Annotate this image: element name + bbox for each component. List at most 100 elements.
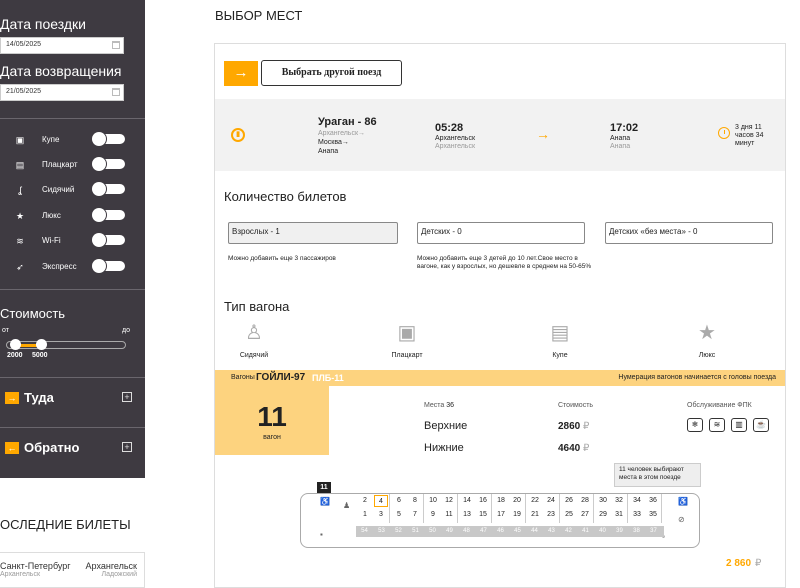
- upper-seat[interactable]: 36: [646, 495, 660, 507]
- lower-seat[interactable]: 27: [578, 509, 592, 521]
- side-seat[interactable]: 43: [543, 526, 560, 537]
- total-price: 2 860 ₽: [726, 558, 761, 569]
- upper-seat[interactable]: 24: [544, 495, 558, 507]
- ruble-sign: ₽: [755, 558, 762, 569]
- upper-seat[interactable]: 8: [408, 495, 422, 507]
- adults-select[interactable]: Взрослых - 1: [228, 222, 398, 244]
- ac-icon[interactable]: ❄: [687, 418, 703, 432]
- wagon-tab-active[interactable]: ГОЙЛИ-97: [256, 372, 305, 383]
- upper-seat[interactable]: 2: [358, 495, 372, 507]
- lower-seat[interactable]: 23: [544, 509, 558, 521]
- price-max-handle[interactable]: [36, 339, 47, 350]
- star-icon: ★: [698, 322, 716, 344]
- direction-there-label: Туда: [24, 390, 54, 405]
- wagon-type-compartment[interactable]: ▤ Купе: [530, 321, 590, 359]
- upper-seat[interactable]: 34: [630, 495, 644, 507]
- return-date-field[interactable]: 21/05/2025: [0, 84, 124, 101]
- last-ticket-card[interactable]: Санкт-Петербург Архангельск Архангельск …: [0, 552, 145, 588]
- upper-seat[interactable]: 16: [476, 495, 490, 507]
- lower-seat[interactable]: 3: [374, 509, 388, 521]
- lower-seat[interactable]: 1: [358, 509, 372, 521]
- lower-seat[interactable]: 11: [442, 509, 456, 521]
- lower-seat[interactable]: 5: [392, 509, 406, 521]
- choose-other-train-button[interactable]: Выбрать другой поезд: [261, 60, 402, 86]
- upper-seat[interactable]: 20: [510, 495, 524, 507]
- upper-seat[interactable]: 22: [528, 495, 542, 507]
- wagon-type-seated[interactable]: ♙ Сидячий: [224, 321, 284, 359]
- linen-icon[interactable]: ▥: [731, 418, 747, 432]
- lower-seat[interactable]: 35: [646, 509, 660, 521]
- last-ticket-from-city: Санкт-Петербург: [0, 561, 71, 571]
- compartment: 30 29 32 31: [594, 494, 628, 523]
- upper-seat[interactable]: 32: [612, 495, 626, 507]
- trip-date-field[interactable]: 14/05/2025: [0, 37, 124, 54]
- side-seat[interactable]: 39: [611, 526, 628, 537]
- berth-toggle[interactable]: [92, 157, 125, 171]
- upper-seat[interactable]: 6: [392, 495, 406, 507]
- plus-icon[interactable]: +: [122, 392, 132, 402]
- side-seat[interactable]: 37: [645, 526, 662, 537]
- side-seat[interactable]: 49: [441, 526, 458, 537]
- calendar-icon[interactable]: [112, 41, 120, 49]
- upper-seat[interactable]: 4: [374, 495, 388, 507]
- side-seat[interactable]: 41: [577, 526, 594, 537]
- children-no-seat-select[interactable]: Детских «без места» - 0: [605, 222, 773, 244]
- food-icon[interactable]: ☕: [753, 418, 769, 432]
- side-seat[interactable]: 50: [424, 526, 441, 537]
- side-seat[interactable]: 45: [509, 526, 526, 537]
- side-seat[interactable]: 47: [475, 526, 492, 537]
- direction-back[interactable]: ← Обратно +: [0, 435, 145, 465]
- side-seat[interactable]: 42: [560, 526, 577, 537]
- plus-icon[interactable]: +: [122, 442, 132, 452]
- price-min-handle[interactable]: [10, 339, 21, 350]
- lower-seat[interactable]: 25: [562, 509, 576, 521]
- lower-seat[interactable]: 15: [476, 509, 490, 521]
- option-label: Люкс: [42, 211, 61, 220]
- seat-toggle[interactable]: [92, 182, 125, 196]
- lower-seat[interactable]: 33: [630, 509, 644, 521]
- upper-seat[interactable]: 14: [460, 495, 474, 507]
- wagon-type-lux[interactable]: ★ Люкс: [677, 321, 737, 359]
- lower-seat[interactable]: 29: [596, 509, 610, 521]
- price-range-slider[interactable]: [6, 339, 126, 350]
- lower-seat[interactable]: 7: [408, 509, 422, 521]
- upper-seat[interactable]: 10: [426, 495, 440, 507]
- wifi-icon[interactable]: ≋: [709, 418, 725, 432]
- lower-seat[interactable]: 31: [612, 509, 626, 521]
- upper-seat[interactable]: 28: [578, 495, 592, 507]
- lower-seat[interactable]: 19: [510, 509, 524, 521]
- upper-seat[interactable]: 26: [562, 495, 576, 507]
- side-seat[interactable]: 46: [492, 526, 509, 537]
- upper-seat[interactable]: 30: [596, 495, 610, 507]
- lower-seat[interactable]: 21: [528, 509, 542, 521]
- lower-seat[interactable]: 17: [494, 509, 508, 521]
- wagon-tab[interactable]: ПЛБ-11: [312, 373, 344, 383]
- side-seat[interactable]: 52: [390, 526, 407, 537]
- side-seat[interactable]: 54: [356, 526, 373, 537]
- calendar-icon[interactable]: [112, 88, 120, 96]
- lower-seat[interactable]: 9: [426, 509, 440, 521]
- side-seat[interactable]: 38: [628, 526, 645, 537]
- children-select[interactable]: Детских - 0: [417, 222, 585, 244]
- upper-seat[interactable]: 12: [442, 495, 456, 507]
- berth-icon: ▣: [397, 322, 417, 344]
- lux-toggle[interactable]: [92, 208, 125, 222]
- lower-seat[interactable]: 13: [460, 509, 474, 521]
- compartment-toggle[interactable]: [92, 132, 125, 146]
- price-max-value: 5000: [32, 352, 48, 359]
- compartment: 2 14 3: [356, 494, 390, 523]
- side-seat[interactable]: 53: [373, 526, 390, 537]
- wagon-type-title: Тип вагона: [224, 299, 290, 314]
- wifi-toggle[interactable]: [92, 233, 125, 247]
- express-toggle[interactable]: [92, 259, 125, 273]
- side-seat[interactable]: 44: [526, 526, 543, 537]
- side-seat[interactable]: 48: [458, 526, 475, 537]
- upper-seat[interactable]: 18: [494, 495, 508, 507]
- wagon-type-berth[interactable]: ▣ Плацкарт: [377, 321, 437, 359]
- train-icon: ▮: [231, 128, 245, 142]
- compartment: 18 17 20 19: [492, 494, 526, 523]
- side-seat[interactable]: 40: [594, 526, 611, 537]
- direction-there[interactable]: → Туда +: [0, 385, 145, 415]
- side-seat[interactable]: 51: [407, 526, 424, 537]
- back-arrow-button[interactable]: →: [224, 61, 258, 86]
